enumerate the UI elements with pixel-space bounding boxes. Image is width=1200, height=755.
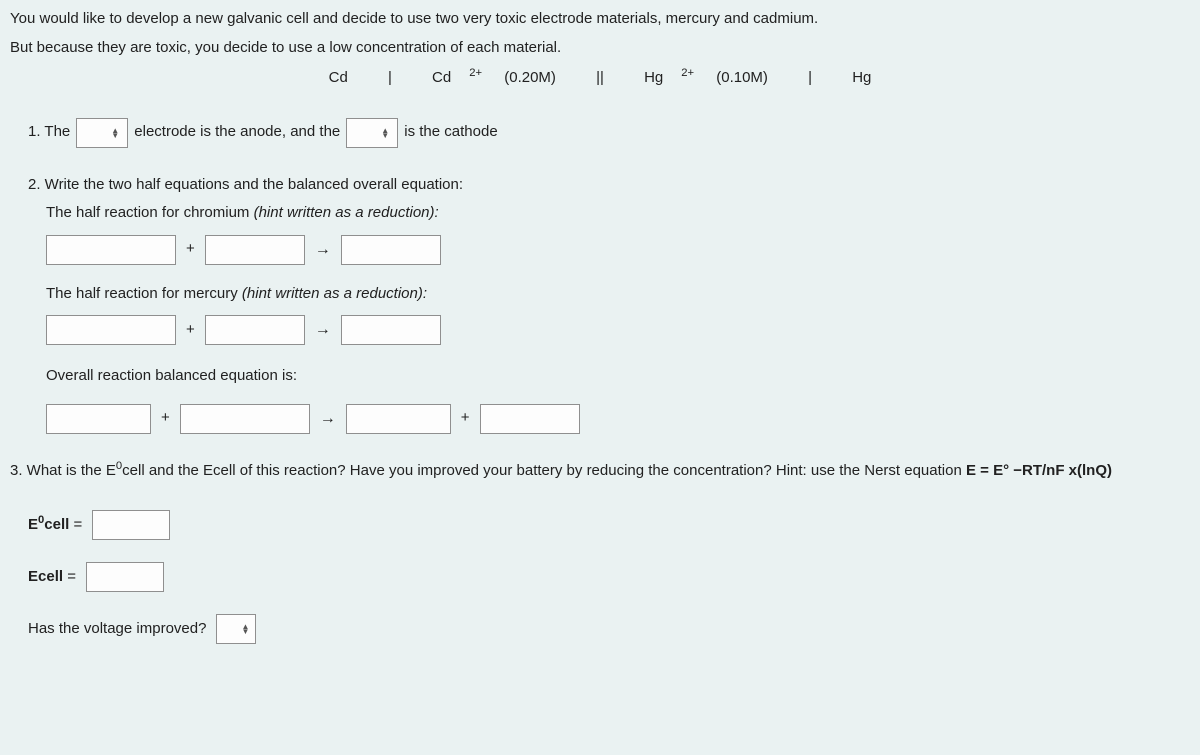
q1-suffix: is the cathode (404, 121, 497, 144)
e0-a: E (28, 516, 38, 533)
chromium-product[interactable] (341, 235, 441, 265)
mercury-label-a: The half reaction for mercury (46, 285, 242, 302)
arrow-symbol: → (315, 318, 331, 342)
plus-symbol: + (186, 238, 195, 261)
notation-hg: Hg (852, 67, 871, 90)
mercury-product[interactable] (341, 315, 441, 345)
updown-icon: ▲▼ (377, 128, 393, 138)
updown-icon: ▲▼ (107, 128, 123, 138)
anode-select[interactable]: ▲▼ (76, 118, 128, 148)
overall-product-2[interactable] (480, 404, 580, 434)
q3-text: 3. What is the E0cell and the Ecell of t… (10, 460, 1190, 483)
updown-icon: ▲▼ (237, 624, 253, 634)
notation-bar: | (808, 67, 812, 90)
notation-bar: | (388, 67, 392, 90)
chromium-reactant-1[interactable] (46, 235, 176, 265)
intro-line-1: You would like to develop a new galvanic… (10, 8, 1190, 31)
intro-line-2: But because they are toxic, you decide t… (10, 37, 1190, 60)
q1-mid: electrode is the anode, and the (134, 121, 340, 144)
plus-symbol: + (186, 319, 195, 342)
overall-reactant-2[interactable] (180, 404, 310, 434)
mercury-reactant-2[interactable] (205, 315, 305, 345)
improved-label: Has the voltage improved? (28, 618, 206, 641)
q1-prefix: 1. The (28, 121, 70, 144)
notation-hg2: Hg2+ (0.10M) (644, 67, 768, 90)
cathode-select[interactable]: ▲▼ (346, 118, 398, 148)
mercury-label: The half reaction for mercury (hint writ… (46, 283, 1190, 306)
eq-sign: = (69, 516, 82, 533)
chromium-label-b: (hint written as a reduction): (254, 204, 439, 221)
improved-select[interactable]: ▲▼ (216, 614, 256, 644)
plus-symbol: + (161, 407, 170, 430)
ecell-input[interactable] (86, 562, 164, 592)
q3-text-b: cell and the Ecell of this reaction? Hav… (122, 462, 966, 479)
q3-equation: E = E° −RT/nF x(lnQ) (966, 462, 1112, 479)
cell-notation: Cd | Cd2+ (0.20M) || Hg2+ (0.10M) | Hg (10, 67, 1190, 90)
chromium-reactant-2[interactable] (205, 235, 305, 265)
notation-cd2: Cd2+ (0.20M) (432, 67, 556, 90)
ecell-label: Ecell = (28, 566, 76, 589)
overall-reactant-1[interactable] (46, 404, 151, 434)
q3-text-a: 3. What is the E (10, 462, 116, 479)
mercury-reactant-1[interactable] (46, 315, 176, 345)
e0cell-label: E0cell = (28, 514, 82, 537)
overall-label: Overall reaction balanced equation is: (46, 365, 1190, 388)
arrow-symbol: → (320, 407, 336, 431)
arrow-symbol: → (315, 238, 331, 262)
notation-cd: Cd (329, 67, 348, 90)
e0-b: cell (44, 516, 69, 533)
e0cell-input[interactable] (92, 510, 170, 540)
overall-product-1[interactable] (346, 404, 451, 434)
notation-double-bar: || (596, 67, 604, 90)
q2-title: 2. Write the two half equations and the … (28, 174, 1190, 197)
mercury-label-b: (hint written as a reduction): (242, 285, 427, 302)
plus-symbol: + (461, 407, 470, 430)
eq-sign: = (63, 568, 76, 585)
chromium-label-a: The half reaction for chromium (46, 204, 254, 221)
chromium-label: The half reaction for chromium (hint wri… (46, 202, 1190, 225)
ecell-text: Ecell (28, 568, 63, 585)
